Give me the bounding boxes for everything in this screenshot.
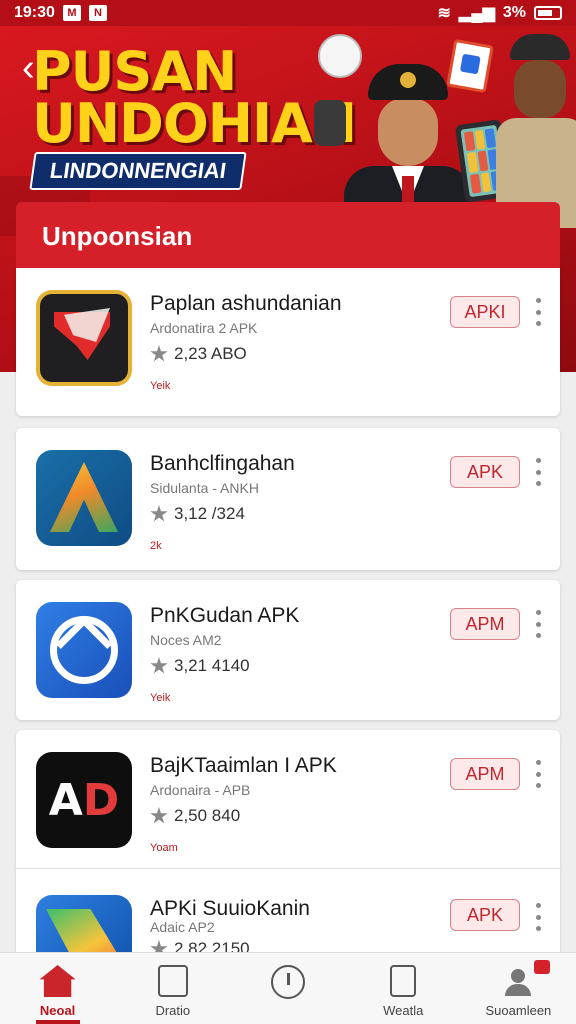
- user-icon: [502, 965, 534, 997]
- card-icon: [446, 38, 494, 94]
- nav-label: Suoamleen: [485, 1003, 552, 1018]
- nav-suoamleen[interactable]: Suoamleen: [461, 953, 576, 1024]
- app-icon: [36, 450, 132, 546]
- list-item[interactable]: PnKGudan APK Noces AM2 3,21 4140 Yeik AP…: [16, 580, 560, 720]
- nav-label: Neoal: [39, 1003, 76, 1018]
- nav-dratio[interactable]: Dratio: [115, 953, 230, 1024]
- rating-value: 3,21 4140: [174, 656, 250, 675]
- list-item[interactable]: AD BajKTaaimlan I APK Ardonaira - APB 2,…: [16, 730, 560, 868]
- app-subtitle: Sidulanta - ANKH: [150, 480, 259, 496]
- home-icon: [39, 965, 76, 997]
- more-options-icon[interactable]: [530, 458, 546, 486]
- wifi-icon: ≋: [437, 5, 451, 22]
- hero-title: PUSAN UNDOHIAN: [32, 40, 357, 155]
- app-subtitle: Ardonatira 2 APK: [150, 320, 258, 336]
- apk-button[interactable]: APKI: [450, 296, 520, 328]
- app-subtitle: Adaic AP2: [150, 919, 215, 935]
- apk-button[interactable]: APM: [450, 758, 520, 790]
- battery-icon: [534, 6, 562, 20]
- status-bar: 19:30 M N ≋ ▂▄▆ 3%: [0, 0, 576, 26]
- star-icon: [150, 807, 168, 824]
- app-subtitle: Ardonaira - APB: [150, 782, 251, 798]
- app-meta: 2k: [150, 540, 162, 552]
- officer-figure-2: [496, 26, 576, 228]
- app-name: Paplan ashundanian: [150, 292, 342, 315]
- rating-value: 2,23 ABO: [174, 344, 247, 363]
- hero-title-line2: UNDOHIAN: [32, 92, 357, 155]
- nav-clock[interactable]: [230, 953, 345, 1024]
- more-options-icon[interactable]: [530, 610, 546, 638]
- face: [378, 98, 438, 166]
- star-icon: [150, 505, 168, 522]
- app-rating: 3,21 4140: [150, 656, 250, 676]
- section-title: Unpoonsian: [42, 221, 193, 251]
- battery-percent: 3%: [502, 4, 526, 21]
- app-meta: Yeik: [150, 692, 171, 704]
- app-icon: [36, 602, 132, 698]
- bottom-navigation: Neoal Dratio Weatla Suoamleen: [0, 952, 576, 1024]
- app-subtitle: Noces AM2: [150, 632, 222, 648]
- app-icon: AD: [36, 752, 132, 848]
- app-rating: 3,12 /324: [150, 504, 245, 524]
- apk-button[interactable]: APM: [450, 608, 520, 640]
- more-options-icon[interactable]: [530, 760, 546, 788]
- apk-button[interactable]: APK: [450, 456, 520, 488]
- more-options-icon[interactable]: [530, 298, 546, 326]
- nav-label: Dratio: [155, 1003, 191, 1018]
- app-name: Banhclfingahan: [150, 452, 295, 475]
- nav-home[interactable]: Neoal: [0, 953, 115, 1024]
- app-meta: Yoam: [150, 842, 178, 854]
- status-left: 19:30 M N: [14, 4, 107, 22]
- list-item[interactable]: Banhclfingahan Sidulanta - ANKH 3,12 /32…: [16, 428, 560, 570]
- app-name: APKi SuuioKanin: [150, 897, 310, 920]
- star-icon: [150, 657, 168, 674]
- hero-title-line1: PUSAN: [32, 40, 237, 103]
- notification-icon: M: [62, 5, 81, 21]
- app-name: BajKTaaimlan I APK: [150, 754, 337, 777]
- box-icon: [157, 965, 188, 997]
- status-time: 19:30: [14, 4, 55, 21]
- app-icon: [36, 290, 132, 386]
- notification-badge: [534, 960, 550, 974]
- list-item[interactable]: APKi SuuioKanin Adaic AP2 2,82 2150 APK: [16, 868, 560, 964]
- face: [514, 60, 566, 118]
- more-options-icon[interactable]: [530, 903, 546, 931]
- app-meta: Yeik: [150, 380, 171, 392]
- list-item[interactable]: Paplan ashundanian Ardonatira 2 APK 2,23…: [16, 268, 560, 416]
- apk-button[interactable]: APK: [450, 899, 520, 931]
- cap: [510, 34, 570, 60]
- section-header: Unpoonsian: [16, 202, 560, 268]
- notification-icon: N: [88, 5, 107, 21]
- star-icon: [150, 345, 168, 362]
- rating-value: 2,50 840: [174, 806, 241, 825]
- nav-label: Weatla: [383, 1003, 424, 1018]
- app-name: PnKGudan APK: [150, 604, 300, 627]
- signal-icon: ▂▄▆: [458, 5, 495, 22]
- rating-value: 3,12 /324: [174, 504, 245, 523]
- document-icon: [390, 965, 417, 997]
- hero-subtitle: LINDONNENGIAI: [29, 152, 247, 190]
- cap-badge: [400, 72, 416, 88]
- status-right: ≋ ▂▄▆ 3%: [438, 3, 562, 23]
- nav-weatla[interactable]: Weatla: [346, 953, 461, 1024]
- app-rating: 2,50 840: [150, 806, 240, 826]
- app-rating: 2,23 ABO: [150, 344, 247, 364]
- clock-icon: [271, 965, 305, 999]
